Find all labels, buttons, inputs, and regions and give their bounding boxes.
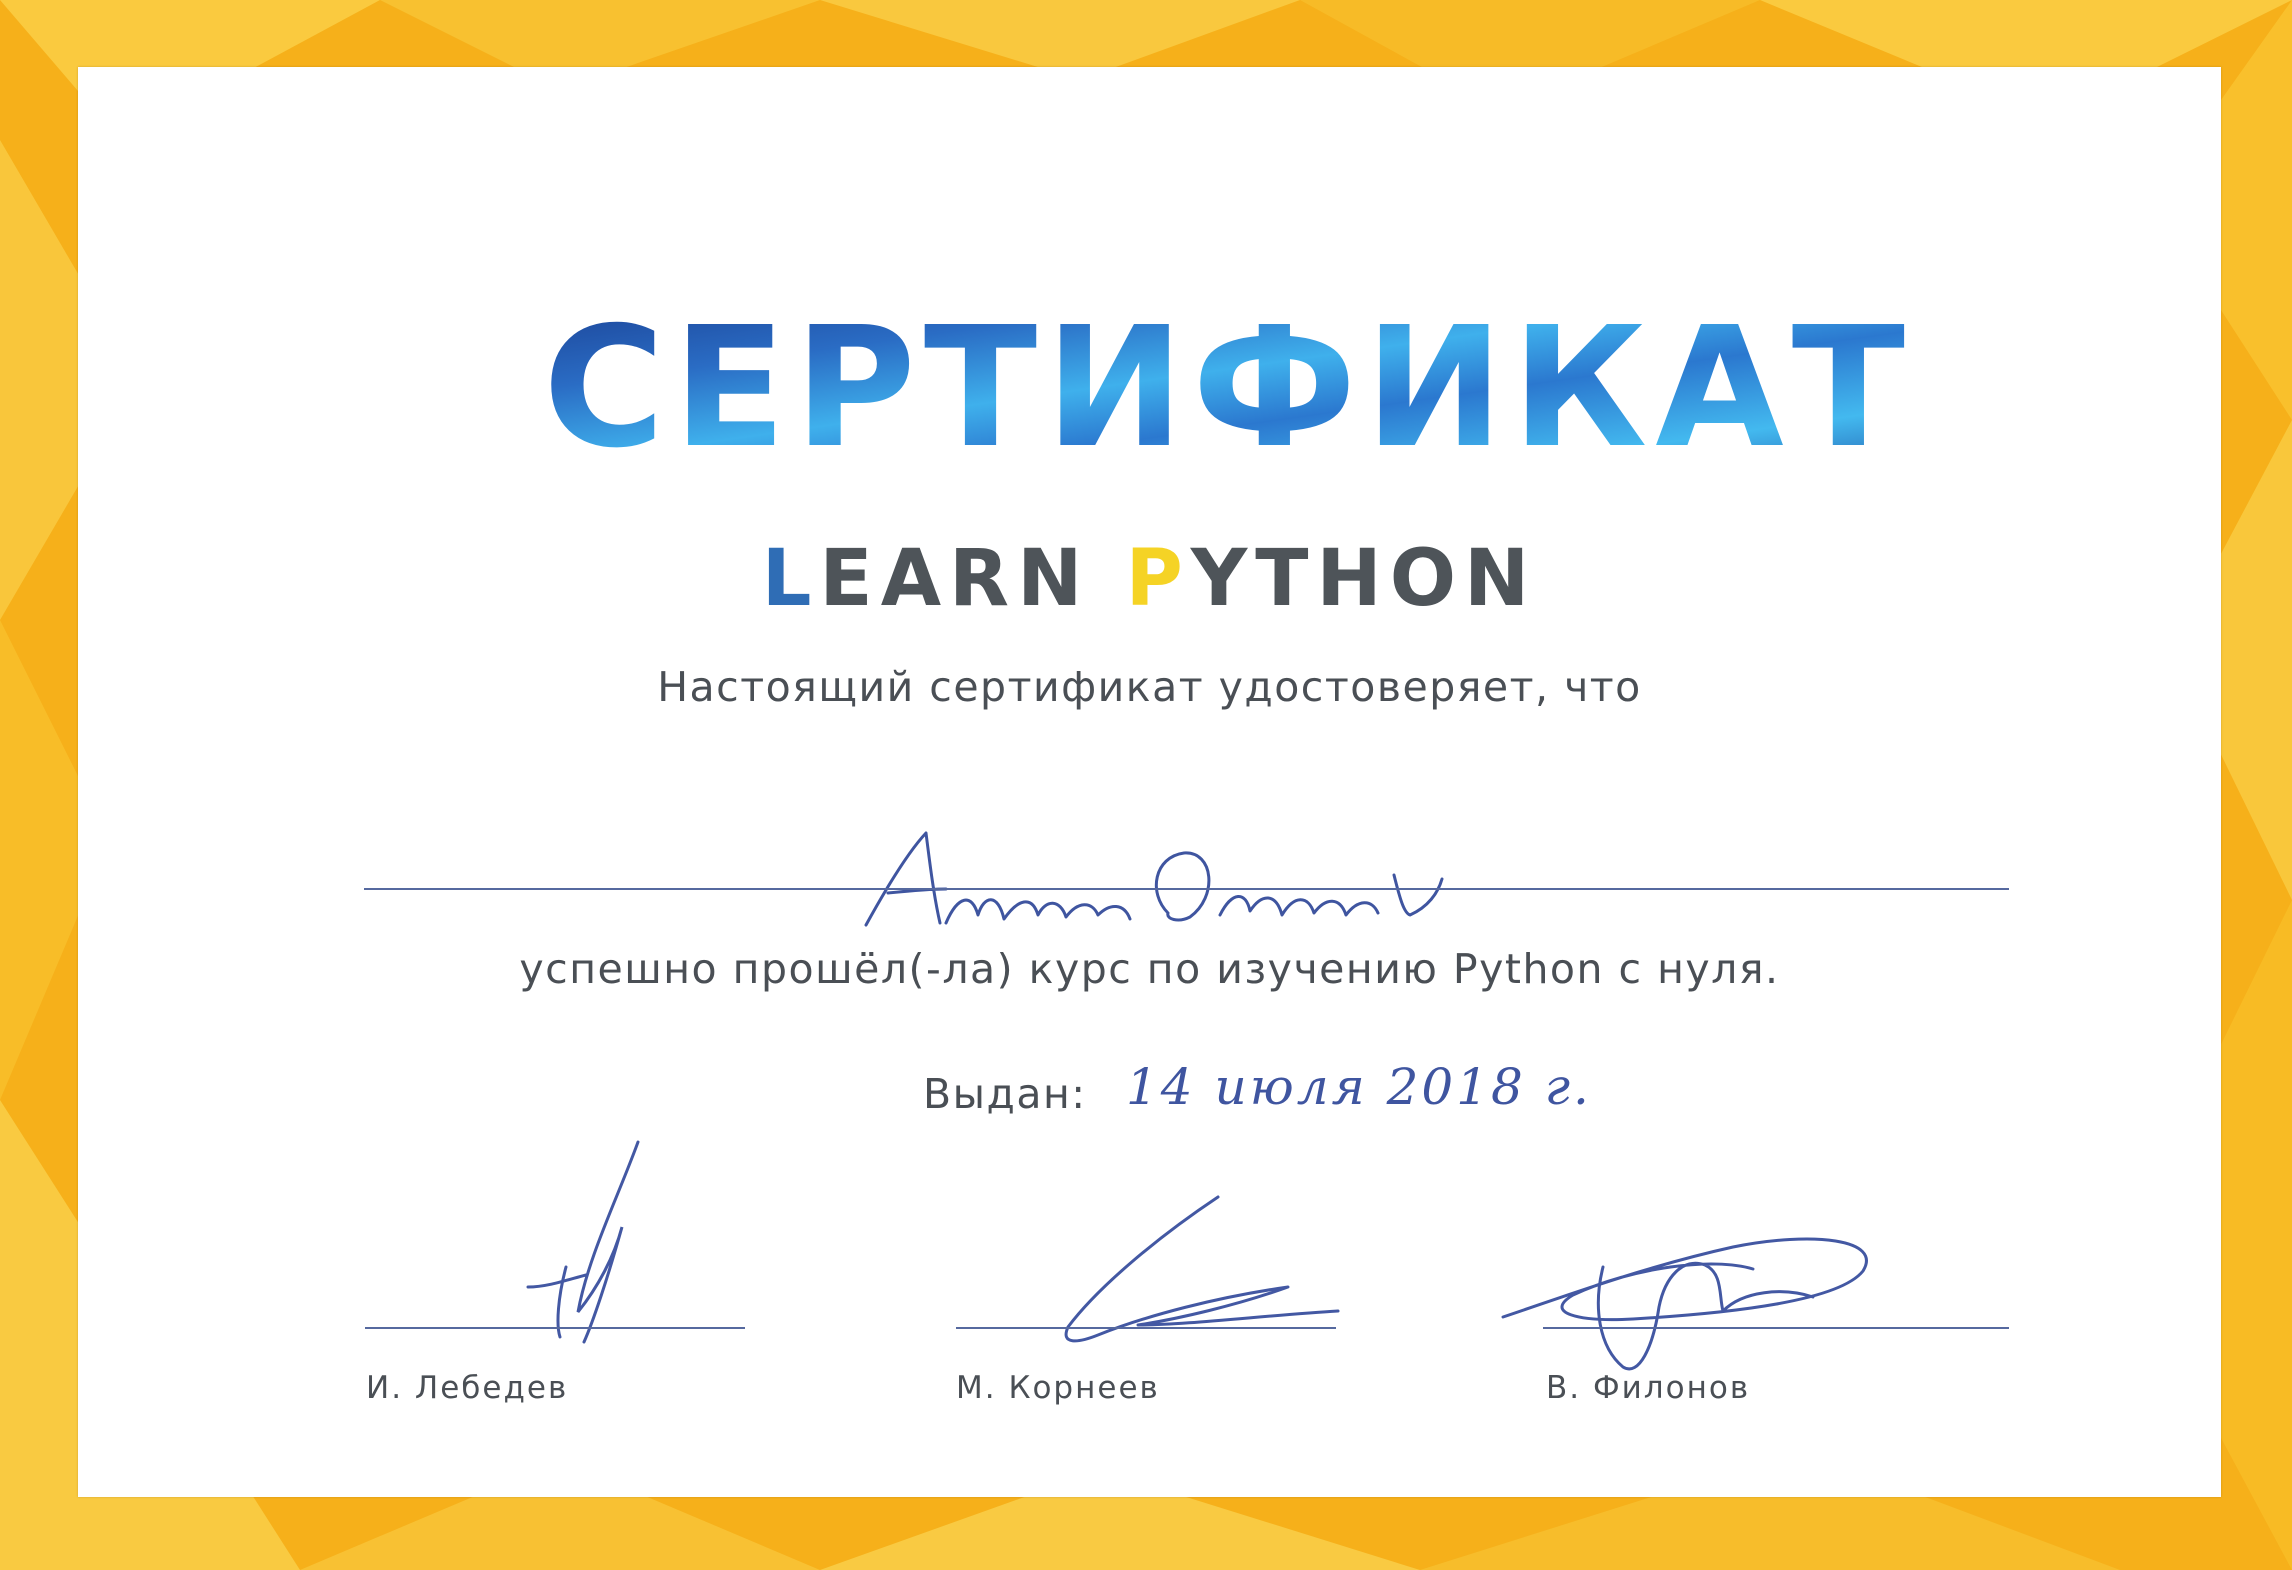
- signature-2: [1064, 1195, 1340, 1343]
- certificate-title: СЕРТИФИКАТ: [543, 292, 1905, 485]
- title-text: СЕРТИФИКАТ: [543, 292, 1913, 485]
- completion-text: успешно прошёл(-ла) курс по изучению Pyt…: [519, 945, 1780, 993]
- signature-1: [526, 1140, 640, 1344]
- subtitle-word-2: YTHON: [1190, 534, 1538, 624]
- recipient-name-handwriting: [864, 831, 1444, 927]
- subtitle-letter-l: L: [761, 534, 820, 624]
- issue-date: 14 июля 2018 г.: [1126, 1058, 1592, 1116]
- recipient-name-line: [364, 888, 2009, 890]
- signatory-name-2: М. Корнеев: [956, 1370, 1160, 1406]
- subtitle-letter-p: P: [1125, 534, 1191, 624]
- signature-line-1: [365, 1327, 745, 1329]
- signatory-name-1: И. Лебедев: [366, 1370, 569, 1406]
- signatory-name-3: В. Филонов: [1546, 1370, 1751, 1406]
- signature-3: [1501, 1237, 1868, 1371]
- signature-line-2: [956, 1327, 1336, 1329]
- intro-text: Настоящий сертификат удостоверяет, что: [657, 663, 1642, 711]
- certificate-sheet: СЕРТИФИКАТ LEARN PYTHON Настоящий сертиф…: [78, 67, 2221, 1497]
- subtitle-word-1: EARN: [819, 534, 1126, 624]
- course-title: LEARN PYTHON: [78, 540, 2221, 618]
- issued-label: Выдан:: [923, 1070, 1087, 1118]
- signature-line-3: [1543, 1327, 2009, 1329]
